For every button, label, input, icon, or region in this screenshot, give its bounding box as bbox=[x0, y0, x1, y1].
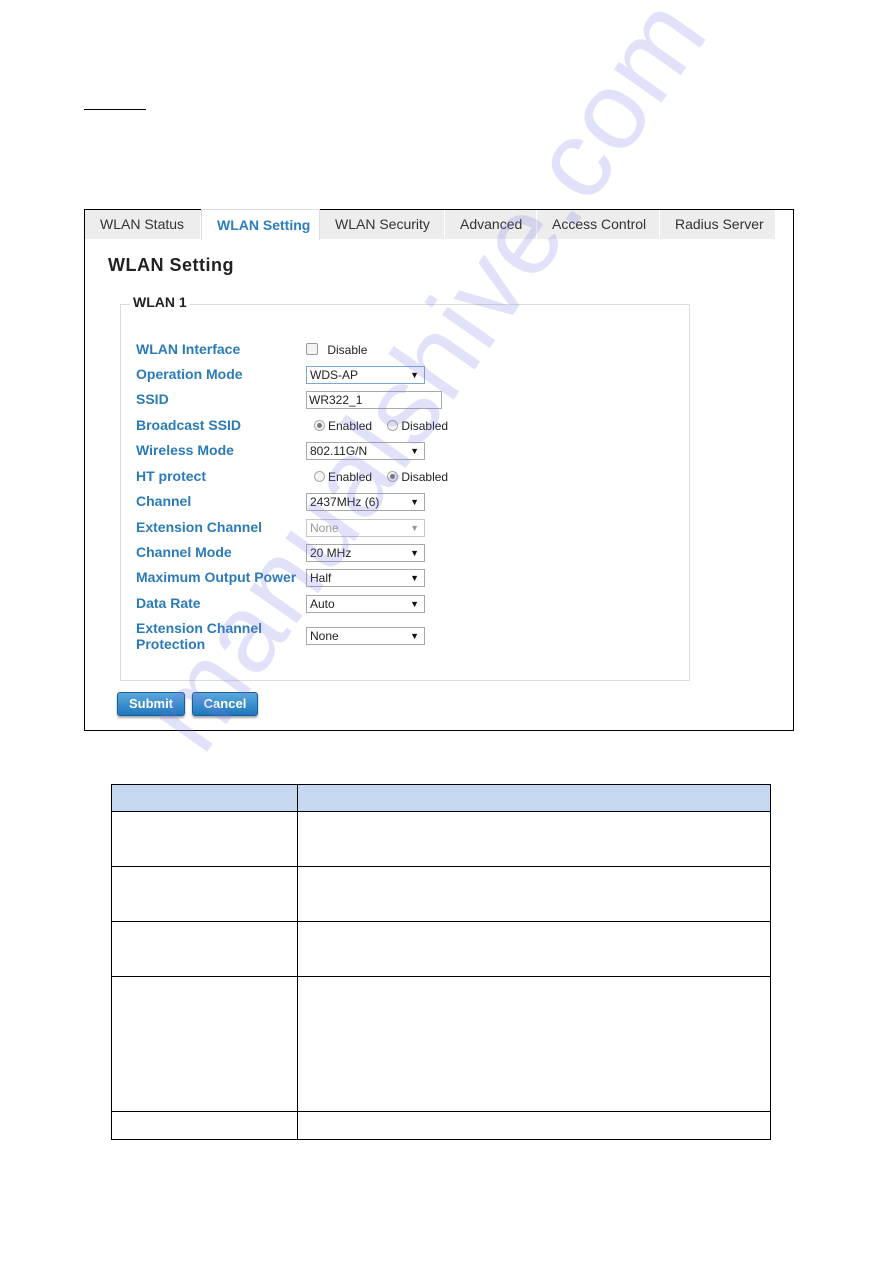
select-value: None bbox=[310, 521, 339, 535]
cancel-button[interactable]: Cancel bbox=[192, 692, 258, 716]
operation-mode-select[interactable]: WDS-AP ▼ bbox=[306, 366, 425, 384]
field-label: Extension Channel bbox=[136, 519, 263, 535]
submit-button[interactable]: Submit bbox=[117, 692, 185, 716]
table-row bbox=[111, 866, 771, 922]
field-label: Channel bbox=[136, 493, 192, 509]
wireless-mode-select[interactable]: 802.11G/N ▼ bbox=[306, 442, 425, 460]
broadcast-ssid-enabled-radio[interactable] bbox=[314, 420, 325, 431]
label-line-1: Extension Channel bbox=[136, 620, 263, 636]
row-ext-channel-protection: Extension Channel Protection None ▼ bbox=[136, 620, 696, 654]
field-label: Channel Mode bbox=[136, 544, 232, 560]
chevron-down-icon: ▼ bbox=[410, 523, 419, 533]
table-row bbox=[111, 921, 771, 977]
section-heading-underline bbox=[84, 109, 146, 110]
table-row bbox=[111, 976, 771, 1112]
select-value: Auto bbox=[310, 597, 335, 611]
row-max-output-power: Maximum Output Power Half ▼ bbox=[136, 569, 696, 591]
disable-checkbox[interactable] bbox=[306, 343, 318, 355]
select-value: None bbox=[310, 629, 339, 643]
row-extension-channel: Extension Channel None ▼ bbox=[136, 519, 696, 541]
table-header-row bbox=[111, 784, 771, 812]
table-row bbox=[111, 811, 771, 867]
tab-wlan-setting[interactable]: WLAN Setting bbox=[201, 209, 320, 240]
chevron-down-icon: ▼ bbox=[410, 599, 419, 609]
chevron-down-icon: ▼ bbox=[410, 370, 419, 380]
row-operation-mode: Operation Mode WDS-AP ▼ bbox=[136, 366, 696, 388]
field-label: SSID bbox=[136, 391, 169, 407]
header-cell-object bbox=[111, 784, 298, 812]
data-rate-select[interactable]: Auto ▼ bbox=[306, 595, 425, 613]
table-row bbox=[111, 1111, 771, 1140]
select-value: 20 MHz bbox=[310, 546, 352, 560]
channel-mode-select[interactable]: 20 MHz ▼ bbox=[306, 544, 425, 562]
radio-label: Disabled bbox=[401, 419, 449, 433]
chevron-down-icon: ▼ bbox=[410, 497, 419, 507]
select-value: Half bbox=[310, 571, 332, 585]
chevron-down-icon: ▼ bbox=[410, 548, 419, 558]
ext-channel-protection-select[interactable]: None ▼ bbox=[306, 627, 425, 645]
page-title: WLAN Setting bbox=[108, 255, 234, 275]
field-label: Broadcast SSID bbox=[136, 417, 242, 433]
field-label: WLAN Interface bbox=[136, 341, 241, 357]
radio-label: Enabled bbox=[328, 419, 373, 433]
row-channel-mode: Channel Mode 20 MHz ▼ bbox=[136, 544, 696, 566]
row-ssid: SSID WR322_1 bbox=[136, 391, 696, 413]
select-value: 802.11G/N bbox=[310, 444, 368, 458]
field-label: Wireless Mode bbox=[136, 442, 234, 458]
radio-label: Enabled bbox=[328, 470, 373, 484]
broadcast-ssid-disabled-radio[interactable] bbox=[387, 420, 399, 431]
select-value: WDS-AP bbox=[310, 368, 358, 382]
chevron-down-icon: ▼ bbox=[410, 631, 419, 641]
group-title: WLAN 1 bbox=[130, 294, 190, 310]
ht-protect-disabled-radio[interactable] bbox=[387, 471, 399, 482]
chevron-down-icon: ▼ bbox=[410, 446, 419, 456]
wlan-setting-screenshot: WLAN Status WLAN Setting WLAN Security A… bbox=[84, 209, 794, 731]
field-label: Operation Mode bbox=[136, 366, 243, 382]
label-line-2: Protection bbox=[136, 636, 206, 652]
row-wlan-interface: WLAN Interface Disable bbox=[136, 341, 696, 363]
row-wireless-mode: Wireless Mode 802.11G/N ▼ bbox=[136, 442, 696, 464]
description-table bbox=[111, 784, 771, 1140]
tab-wlan-security[interactable]: WLAN Security bbox=[320, 210, 445, 239]
ssid-input[interactable]: WR322_1 bbox=[306, 391, 442, 409]
chevron-down-icon: ▼ bbox=[410, 573, 419, 583]
field-label: Data Rate bbox=[136, 595, 201, 611]
field-label: Extension Channel Protection bbox=[136, 620, 262, 652]
header-cell-description bbox=[297, 784, 771, 812]
row-broadcast-ssid: Broadcast SSID Enabled Disabled bbox=[136, 417, 696, 439]
select-value: 2437MHz (6) bbox=[310, 495, 380, 509]
field-label: HT protect bbox=[136, 468, 206, 484]
tab-bar: WLAN Status WLAN Setting WLAN Security A… bbox=[85, 209, 776, 240]
field-label: Maximum Output Power bbox=[136, 569, 297, 585]
tab-access-control[interactable]: Access Control bbox=[537, 210, 660, 239]
ht-protect-enabled-radio[interactable] bbox=[314, 471, 325, 482]
checkbox-label: Disable bbox=[327, 343, 368, 357]
row-channel: Channel 2437MHz (6) ▼ bbox=[136, 493, 696, 515]
row-data-rate: Data Rate Auto ▼ bbox=[136, 595, 696, 617]
extension-channel-select: None ▼ bbox=[306, 519, 425, 537]
tab-wlan-status[interactable]: WLAN Status bbox=[85, 210, 201, 239]
channel-select[interactable]: 2437MHz (6) ▼ bbox=[306, 493, 425, 511]
radio-label: Disabled bbox=[401, 470, 449, 484]
tab-advanced[interactable]: Advanced bbox=[445, 210, 537, 239]
max-output-power-select[interactable]: Half ▼ bbox=[306, 569, 425, 587]
row-ht-protect: HT protect Enabled Disabled bbox=[136, 468, 696, 490]
tab-radius-server[interactable]: Radius Server bbox=[660, 210, 776, 239]
